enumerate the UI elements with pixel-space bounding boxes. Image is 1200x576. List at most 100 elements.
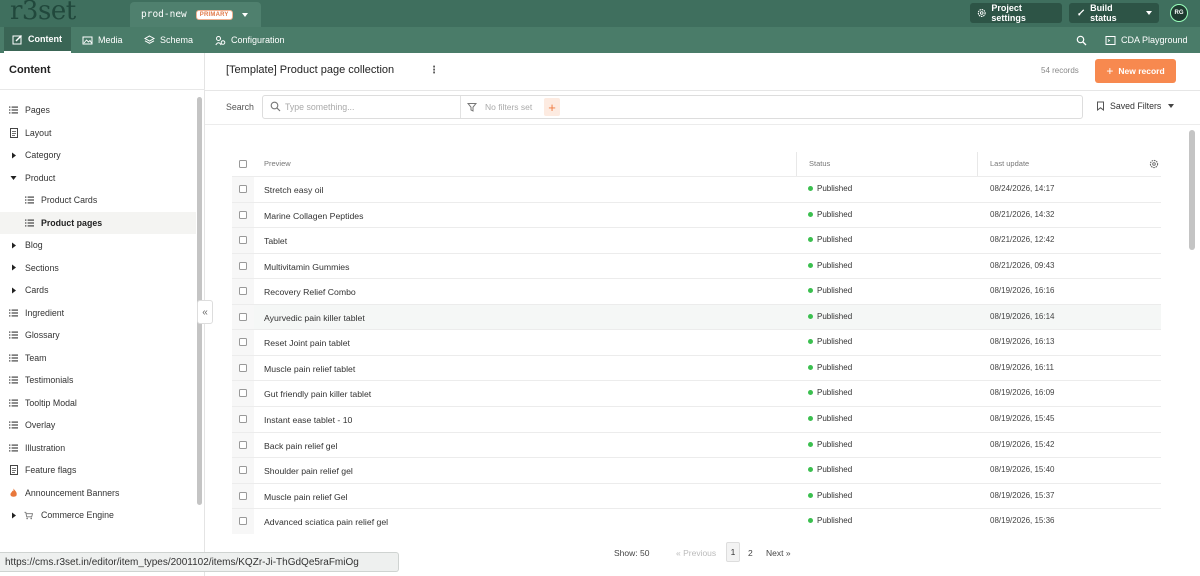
sidebar-item-blog[interactable]: Blog [0, 234, 196, 256]
row-checkbox[interactable] [239, 440, 247, 449]
row-checkbox[interactable] [239, 517, 247, 526]
row-checkbox[interactable] [239, 287, 247, 296]
table-row[interactable]: Marine Collagen Peptides Published 08/21/2… [232, 201, 1161, 228]
saved-filters-dropdown[interactable]: Saved Filters [1096, 101, 1175, 111]
row-checkbox[interactable] [239, 312, 247, 321]
table-row[interactable]: Back pain relief gel Published 08/19/2026,… [232, 431, 1161, 458]
tab-content[interactable]: Content [4, 27, 71, 53]
caret-right-icon[interactable] [9, 286, 18, 295]
sidebar-item-tooltip-modal[interactable]: Tooltip Modal [0, 392, 196, 414]
tab-schema[interactable]: Schema [136, 27, 201, 53]
row-checkbox[interactable] [239, 338, 247, 347]
row-checkbox[interactable] [239, 389, 247, 398]
table-row[interactable]: Shoulder pain relief gel Published 08/19/2… [232, 457, 1161, 483]
table-row[interactable]: Muscle pain relief Gel Published 08/19/202… [232, 482, 1161, 509]
column-header-preview[interactable]: Preview [264, 159, 291, 168]
row-checkbox[interactable] [239, 491, 247, 500]
table-row[interactable]: Advanced sciatica pain relief gel Publish… [232, 508, 1161, 534]
tab-configuration[interactable]: Configuration [207, 27, 293, 53]
next-page-link[interactable]: Next » [766, 548, 791, 558]
sidebar-item-pages[interactable]: Pages [0, 99, 196, 121]
select-all-checkbox[interactable] [239, 160, 247, 168]
environment-switcher[interactable]: prod-new PRIMARY [130, 2, 261, 27]
sidebar-item-glossary[interactable]: Glossary [0, 324, 196, 346]
more-options-icon[interactable]: ⋮ [429, 65, 439, 76]
collapse-sidebar-button[interactable]: « [197, 300, 213, 324]
row-checkbox[interactable] [239, 466, 247, 475]
caret-right-icon[interactable] [9, 263, 18, 272]
cda-playground-button[interactable]: CDA Playground [1097, 27, 1196, 53]
main-scrollbar[interactable] [1189, 130, 1195, 250]
record-name[interactable]: Ayurvedic pain killer tablet [264, 313, 365, 323]
table-row[interactable]: Reset Joint pain tablet Published 08/19/20… [232, 329, 1161, 355]
table-row[interactable]: Multivitamin Gummies Published 08/21/2026,… [232, 252, 1161, 279]
caret-right-icon[interactable] [9, 151, 18, 160]
page-2-button[interactable]: 2 [748, 548, 753, 558]
record-name[interactable]: Muscle pain relief tablet [264, 364, 355, 374]
sidebar-item-feature-flags[interactable]: Feature flags [0, 459, 196, 481]
record-name[interactable]: Gut friendly pain killer tablet [264, 389, 371, 399]
new-record-button[interactable]: + New record [1095, 59, 1176, 83]
table-row[interactable]: Ayurvedic pain killer tablet Published 08/… [232, 303, 1161, 330]
record-name[interactable]: Marine Collagen Peptides [264, 211, 363, 221]
global-search-button[interactable] [1068, 27, 1095, 53]
project-settings-button[interactable]: Project settings [970, 3, 1062, 23]
filter-icon[interactable] [467, 102, 477, 112]
table-row[interactable]: Tablet Published 08/21/2026, 12:42 [232, 227, 1161, 253]
record-name[interactable]: Stretch easy oil [264, 185, 323, 195]
tab-media[interactable]: Media [74, 27, 131, 53]
sidebar-item-announcement-banners[interactable]: Announcement Banners [0, 482, 196, 504]
sidebar-item-testimonials[interactable]: Testimonials [0, 369, 196, 391]
caret-right-icon[interactable] [9, 511, 18, 520]
sidebar-item-product[interactable]: Product [0, 167, 196, 189]
row-checkbox[interactable] [239, 414, 247, 423]
table-row[interactable]: Recovery Relief Combo Published 08/19/2026… [232, 278, 1161, 304]
record-name[interactable]: Reset Joint pain tablet [264, 338, 350, 348]
record-name[interactable]: Shoulder pain relief gel [264, 466, 353, 476]
row-checkbox[interactable] [239, 210, 247, 219]
caret-right-icon[interactable] [9, 241, 18, 250]
image-icon [82, 36, 93, 44]
row-checkbox[interactable] [239, 236, 247, 245]
app-logo[interactable]: r3set [10, 0, 76, 26]
table-row[interactable]: Instant ease tablet - 10 Published 08/19/2… [232, 405, 1161, 432]
table-row[interactable]: Muscle pain relief tablet Published 08/19/… [232, 354, 1161, 381]
record-name[interactable]: Tablet [264, 236, 287, 246]
column-header-status[interactable]: Status [809, 159, 830, 168]
sidebar-item-team[interactable]: Team [0, 347, 196, 369]
sidebar-item-cards[interactable]: Cards [0, 279, 196, 301]
table-settings-gear-icon[interactable] [1149, 159, 1159, 169]
sidebar-item-label: Sections [25, 262, 59, 273]
sidebar-item-category[interactable]: Category [0, 144, 196, 166]
caret-down-icon[interactable] [9, 173, 18, 182]
row-checkbox[interactable] [239, 261, 247, 270]
column-header-last-update[interactable]: Last update [990, 159, 1029, 168]
row-checkbox[interactable] [239, 185, 247, 193]
record-name[interactable]: Instant ease tablet - 10 [264, 415, 352, 425]
primary-badge: PRIMARY [195, 9, 233, 20]
page-size-selector[interactable]: Show: 50 [614, 548, 649, 558]
sidebar-item-layout[interactable]: Layout [0, 122, 196, 144]
sidebar-item-product-pages[interactable]: Product pages [0, 211, 196, 234]
sidebar-item-overlay[interactable]: Overlay [0, 414, 196, 436]
previous-page-link[interactable]: « Previous [676, 548, 716, 558]
sidebar-item-commerce-engine[interactable]: Commerce Engine [0, 504, 196, 526]
table-row[interactable]: Stretch easy oil Published 08/24/2026, 14:… [232, 176, 1161, 202]
table-row[interactable]: Gut friendly pain killer tablet Published… [232, 380, 1161, 406]
record-name[interactable]: Recovery Relief Combo [264, 287, 356, 297]
add-filter-button[interactable]: + [544, 98, 560, 116]
sidebar-item-sections[interactable]: Sections [0, 257, 196, 279]
sidebar-item-product-cards[interactable]: Product Cards [0, 189, 196, 211]
record-name[interactable]: Back pain relief gel [264, 441, 337, 451]
record-name[interactable]: Multivitamin Gummies [264, 262, 349, 272]
row-checkbox[interactable] [239, 363, 247, 372]
sidebar-item-illustration[interactable]: Illustration [0, 437, 196, 459]
search-input[interactable] [285, 98, 455, 116]
build-status-button[interactable]: Build status [1069, 3, 1159, 23]
sidebar-item-ingredient[interactable]: Ingredient [0, 302, 196, 324]
record-name[interactable]: Advanced sciatica pain relief gel [264, 517, 388, 527]
record-name[interactable]: Muscle pain relief Gel [264, 492, 348, 502]
avatar[interactable]: RG [1170, 4, 1188, 22]
sidebar-item-label: Commerce Engine [41, 510, 114, 520]
page-1-button[interactable]: 1 [726, 542, 740, 562]
